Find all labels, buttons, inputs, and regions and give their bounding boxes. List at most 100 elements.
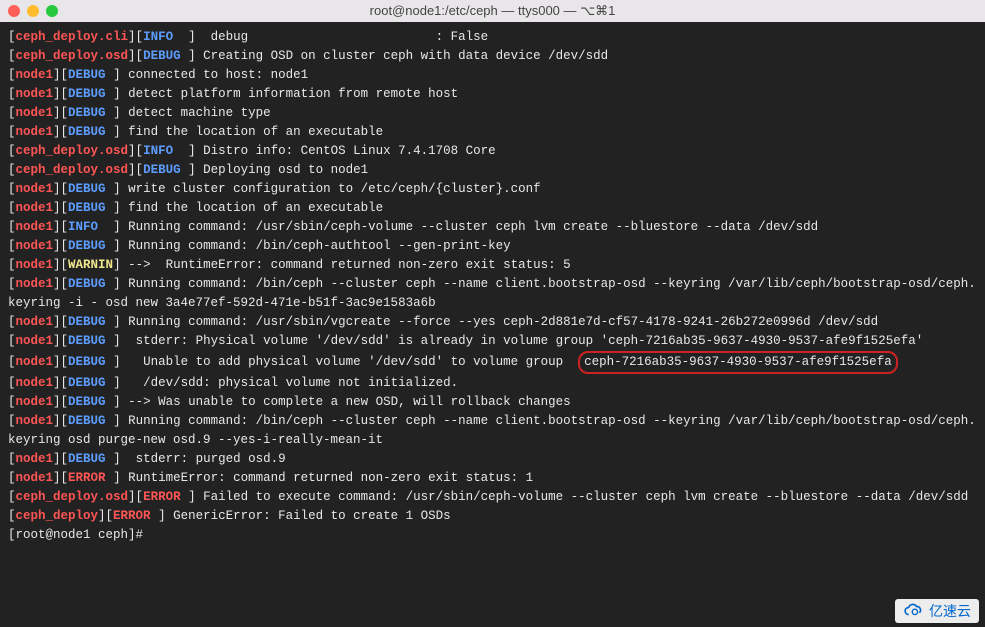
log-line: [node1][DEBUG ] /dev/sdd: physical volum… [8, 374, 977, 393]
log-segment: DEBUG [68, 277, 106, 291]
log-segment: WARNIN [68, 258, 113, 272]
log-segment: ][ [128, 30, 143, 44]
log-segment: ERROR [143, 490, 181, 504]
log-segment: ] Running command: /bin/ceph --cluster c… [8, 414, 976, 447]
log-segment: ] Creating OSD on cluster ceph with data… [181, 49, 609, 63]
log-segment: [ [8, 239, 16, 253]
log-segment: [ [8, 490, 16, 504]
log-segment: INFO [68, 220, 98, 234]
log-segment: node1 [16, 220, 54, 234]
log-segment: ][ [53, 87, 68, 101]
log-line: [ceph_deploy.osd][INFO ] Distro info: Ce… [8, 142, 977, 161]
log-segment: ] Failed to execute command: /usr/sbin/c… [181, 490, 969, 504]
log-segment: ] Running command: /bin/ceph --cluster c… [8, 277, 976, 310]
log-segment: ] Distro info: CentOS Linux 7.4.1708 Cor… [173, 144, 496, 158]
log-segment: [ [8, 201, 16, 215]
log-segment: ] write cluster configuration to /etc/ce… [106, 182, 541, 196]
log-segment: ][ [53, 106, 68, 120]
log-segment: [ [8, 220, 16, 234]
log-segment: [ [8, 395, 16, 409]
log-segment: node1 [16, 201, 54, 215]
log-segment: ] debug : False [173, 30, 488, 44]
log-segment: [ [8, 414, 16, 428]
log-line: [node1][INFO ] Running command: /usr/sbi… [8, 218, 977, 237]
log-segment: ] Running command: /usr/sbin/ceph-volume… [98, 220, 818, 234]
log-segment: ceph_deploy [16, 509, 99, 523]
log-segment: ceph_deploy.osd [16, 144, 129, 158]
log-segment: [ [8, 30, 16, 44]
cloud-icon [903, 603, 925, 619]
log-segment: [ [8, 49, 16, 63]
log-segment: ][ [53, 395, 68, 409]
log-segment: ceph_deploy.osd [16, 163, 129, 177]
log-segment: DEBUG [143, 163, 181, 177]
minimize-button[interactable] [27, 5, 39, 17]
log-segment: DEBUG [68, 334, 106, 348]
log-line: [node1][ERROR ] RuntimeError: command re… [8, 469, 977, 488]
log-line: [node1][DEBUG ] stderr: Physical volume … [8, 332, 977, 351]
log-segment: [ [8, 334, 16, 348]
log-segment: ] RuntimeError: command returned non-zer… [106, 471, 534, 485]
log-segment: ][ [53, 277, 68, 291]
log-segment: node1 [16, 452, 54, 466]
log-segment: ] find the location of an executable [106, 125, 384, 139]
log-segment: ][ [53, 334, 68, 348]
log-segment: ] Unable to add physical volume '/dev/sd… [106, 355, 579, 369]
log-segment: node1 [16, 125, 54, 139]
log-segment: ] --> RuntimeError: command returned non… [113, 258, 571, 272]
log-line: [node1][DEBUG ] connected to host: node1 [8, 66, 977, 85]
log-segment: ][ [128, 490, 143, 504]
log-segment: ] --> Was unable to complete a new OSD, … [106, 395, 571, 409]
log-segment: node1 [16, 277, 54, 291]
log-segment: ] detect machine type [106, 106, 271, 120]
log-segment: ] connected to host: node1 [106, 68, 309, 82]
log-line: [node1][WARNIN] --> RuntimeError: comman… [8, 256, 977, 275]
log-segment: [ [8, 509, 16, 523]
log-segment: ERROR [113, 509, 151, 523]
log-segment: [ [8, 376, 16, 390]
log-segment: ] stderr: purged osd.9 [106, 452, 286, 466]
maximize-button[interactable] [46, 5, 58, 17]
log-segment: node1 [16, 395, 54, 409]
log-segment: node1 [16, 414, 54, 428]
log-segment: ][ [53, 376, 68, 390]
log-line: [ceph_deploy.osd][DEBUG ] Deploying osd … [8, 161, 977, 180]
log-segment: ceph_deploy.osd [16, 49, 129, 63]
log-segment: [ [8, 315, 16, 329]
log-line: [ceph_deploy.osd][ERROR ] Failed to exec… [8, 488, 977, 507]
log-segment: DEBUG [68, 125, 106, 139]
shell-prompt[interactable]: [root@node1 ceph]# [8, 526, 977, 545]
log-segment: ][ [53, 258, 68, 272]
traffic-lights [8, 5, 58, 17]
log-segment: DEBUG [68, 68, 106, 82]
log-segment: DEBUG [68, 201, 106, 215]
log-segment: ][ [53, 182, 68, 196]
log-segment: DEBUG [68, 355, 106, 369]
log-line: [ceph_deploy][ERROR ] GenericError: Fail… [8, 507, 977, 526]
log-line: [node1][DEBUG ] find the location of an … [8, 123, 977, 142]
log-segment: [ [8, 163, 16, 177]
log-segment: ][ [53, 125, 68, 139]
log-segment: ] /dev/sdd: physical volume not initiali… [106, 376, 459, 390]
log-line: [node1][DEBUG ] --> Was unable to comple… [8, 393, 977, 412]
log-segment: ] Deploying osd to node1 [181, 163, 369, 177]
log-segment: [ [8, 144, 16, 158]
log-segment: DEBUG [68, 182, 106, 196]
log-segment: INFO [143, 144, 173, 158]
log-segment: node1 [16, 258, 54, 272]
log-line: [node1][DEBUG ] stderr: purged osd.9 [8, 450, 977, 469]
log-segment: node1 [16, 87, 54, 101]
log-line: [node1][DEBUG ] detect machine type [8, 104, 977, 123]
log-segment: DEBUG [68, 414, 106, 428]
window-title: root@node1:/etc/ceph — ttys000 — ⌥⌘1 [370, 3, 616, 19]
watermark-text: 亿速云 [929, 601, 971, 621]
log-segment: [ [8, 258, 16, 272]
terminal-output[interactable]: [ceph_deploy.cli][INFO ] debug : False[c… [0, 22, 985, 627]
log-segment: [ [8, 355, 16, 369]
log-segment: [ [8, 277, 16, 291]
watermark: 亿速云 [895, 599, 979, 623]
log-segment: DEBUG [68, 239, 106, 253]
log-segment: ] find the location of an executable [106, 201, 384, 215]
log-segment: node1 [16, 106, 54, 120]
close-button[interactable] [8, 5, 20, 17]
